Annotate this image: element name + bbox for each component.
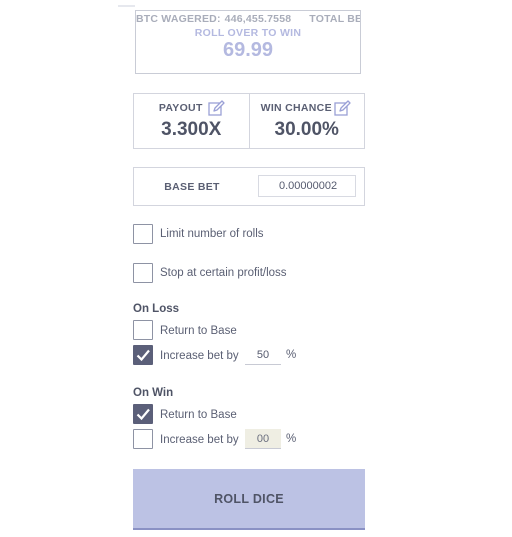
on-loss-increase-label: Increase bet by	[160, 350, 239, 362]
on-win-increase-input[interactable]	[245, 429, 281, 449]
on-win-return-base-label: Return to Base	[160, 409, 237, 421]
on-loss-increase-input[interactable]	[245, 345, 281, 365]
checkmark-icon	[136, 408, 150, 421]
roll-over-label: ROLL OVER TO WIN	[194, 27, 302, 39]
payout-cell[interactable]: PAYOUT 3.300X	[134, 94, 249, 148]
base-bet-label: BASE BET	[164, 181, 220, 193]
on-loss-percent-sign: %	[286, 349, 297, 361]
limit-rolls-label: Limit number of rolls	[160, 228, 264, 240]
stop-profit-loss-checkbox[interactable]	[133, 263, 153, 283]
win-chance-edit-icon[interactable]	[333, 100, 351, 117]
win-chance-value: 30.00%	[274, 119, 339, 140]
btc-wagered-value: 446,455.7558	[224, 13, 292, 25]
on-win-increase-checkbox[interactable]	[133, 429, 153, 449]
on-win-increase-label: Increase bet by	[160, 434, 239, 446]
btc-wagered-label: BTC WAGERED:	[136, 13, 221, 25]
base-bet-input[interactable]	[258, 175, 356, 197]
on-win-title: On Win	[133, 387, 174, 399]
stats-ticker: BTC WAGERED:446,455.7558 TOTAL BETS	[136, 13, 361, 25]
payout-label: PAYOUT	[158, 102, 203, 114]
on-loss-return-base-checkbox[interactable]	[133, 320, 153, 340]
roll-over-panel: BTC WAGERED:446,455.7558 TOTAL BETS ROLL …	[135, 10, 361, 74]
limit-rolls-checkbox[interactable]	[133, 224, 153, 244]
base-bet-panel: BASE BET	[133, 167, 365, 206]
on-win-percent-sign: %	[286, 433, 297, 445]
on-loss-title: On Loss	[133, 303, 180, 315]
payout-edit-icon[interactable]	[208, 100, 225, 117]
win-chance-cell[interactable]: WIN CHANCE 30.00%	[248, 94, 365, 148]
on-win-return-base-checkbox[interactable]	[133, 404, 153, 424]
top-edge-divider	[118, 5, 135, 7]
payout-value: 3.300X	[161, 119, 222, 140]
total-bets-label: TOTAL BETS	[309, 13, 361, 25]
payout-winchance-panel: PAYOUT 3.300X WIN CHANCE 30.00%	[133, 93, 365, 149]
on-loss-return-base-label: Return to Base	[160, 325, 237, 337]
on-loss-increase-checkbox[interactable]	[133, 345, 153, 365]
roll-over-value: 69.99	[222, 39, 274, 61]
roll-dice-button[interactable]: ROLL DICE	[133, 469, 365, 530]
stop-profit-loss-label: Stop at certain profit/loss	[160, 267, 287, 279]
checkmark-icon	[136, 349, 150, 362]
